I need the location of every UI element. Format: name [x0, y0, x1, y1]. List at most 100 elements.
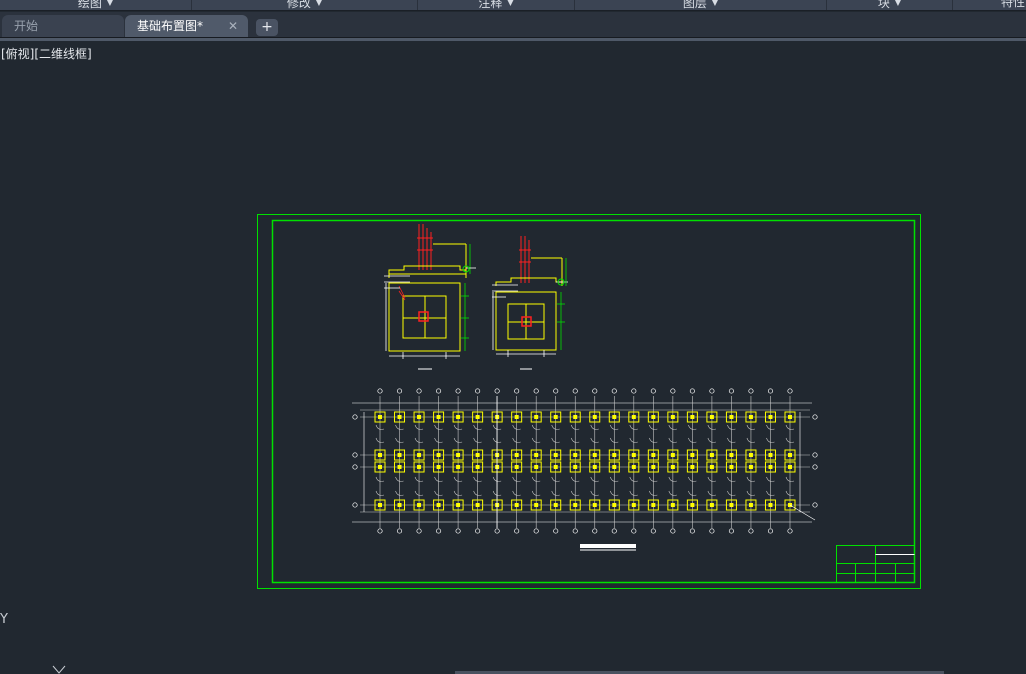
axis-bubble	[592, 528, 598, 534]
column-mark	[397, 503, 402, 507]
column-mark	[573, 465, 578, 469]
column-mark	[456, 465, 461, 469]
axis-bubble	[377, 528, 383, 534]
axis-bubble	[812, 414, 818, 420]
column-mark	[612, 465, 617, 469]
axis-bubble	[611, 528, 617, 534]
axis-bubble	[689, 388, 695, 394]
column-mark	[748, 415, 753, 419]
column-mark	[651, 415, 656, 419]
column-mark	[631, 415, 636, 419]
column-mark	[417, 465, 422, 469]
column-mark	[514, 415, 519, 419]
axis-bubble	[436, 388, 442, 394]
column-mark	[378, 453, 382, 457]
column-mark	[788, 465, 792, 469]
axis-bubble	[670, 528, 676, 534]
column-mark	[534, 503, 539, 507]
axis-bubble	[514, 528, 520, 534]
column-mark	[592, 415, 597, 419]
column-mark	[690, 503, 695, 507]
column-mark	[397, 465, 402, 469]
axis-bubble	[533, 388, 539, 394]
axis-bubble	[396, 388, 403, 394]
footing-plan	[388, 282, 461, 352]
axis-bubble	[352, 414, 358, 420]
column-mark	[534, 453, 539, 457]
column-mark	[475, 465, 480, 469]
axis-bubble	[455, 388, 461, 394]
axis-bubble	[416, 528, 422, 534]
column-mark	[553, 503, 558, 507]
drawing-frame	[271, 219, 916, 584]
column-mark	[436, 503, 441, 507]
axis-bubble	[728, 528, 734, 534]
title-block	[836, 545, 915, 583]
column-section	[519, 236, 531, 283]
axis-bubble	[787, 528, 793, 534]
axis-bubble	[709, 388, 715, 394]
axis-bubble	[748, 388, 754, 394]
axis-bubble	[352, 452, 358, 458]
column-mark	[573, 503, 578, 507]
column-mark	[631, 503, 636, 507]
axis-bubble	[650, 388, 656, 394]
column-mark	[378, 465, 382, 469]
axis-bubble	[767, 528, 774, 534]
column-plan	[418, 311, 429, 322]
column-mark	[378, 415, 382, 419]
axis-bubble	[728, 388, 734, 394]
column-mark	[612, 453, 617, 457]
axis-bubble	[514, 388, 520, 394]
column-mark	[417, 503, 422, 507]
ucs-icon	[52, 665, 66, 674]
axis-bubble	[611, 388, 617, 394]
plan-title	[580, 544, 636, 551]
column-mark	[729, 465, 734, 469]
axis-bubble	[416, 388, 422, 394]
axis-bubble	[553, 388, 559, 394]
column-mark	[553, 465, 558, 469]
column-mark	[534, 465, 539, 469]
column-mark	[534, 415, 539, 419]
axis-bubble	[396, 528, 403, 534]
column-mark	[612, 415, 617, 419]
column-mark	[670, 415, 675, 419]
column-mark	[397, 453, 402, 457]
column-mark	[748, 503, 753, 507]
column-mark	[670, 465, 675, 469]
column-mark	[514, 465, 519, 469]
drawing-canvas[interactable]	[0, 0, 1026, 674]
column-mark	[748, 465, 753, 469]
dimensions	[492, 281, 568, 357]
axis-bubble	[572, 528, 578, 534]
column-mark	[651, 465, 656, 469]
column-mark	[729, 453, 734, 457]
column-mark	[456, 453, 461, 457]
column-mark	[651, 453, 656, 457]
column-mark	[397, 415, 402, 419]
column-mark	[709, 503, 714, 507]
column-mark	[573, 453, 578, 457]
axis-bubble	[670, 388, 676, 394]
axis-bubble	[748, 528, 754, 534]
column-mark	[514, 453, 519, 457]
column-mark	[768, 453, 773, 457]
column-mark	[709, 415, 714, 419]
column-mark	[475, 415, 480, 419]
axis-bubble	[533, 528, 539, 534]
column-mark	[709, 465, 714, 469]
column-mark	[573, 415, 578, 419]
footing-detail-1	[384, 224, 476, 370]
column-mark	[631, 453, 636, 457]
axis-bubble	[812, 502, 818, 508]
column-mark	[553, 453, 558, 457]
column-mark	[788, 453, 792, 457]
leader-lines	[384, 267, 476, 289]
column-mark	[456, 415, 461, 419]
column-mark	[709, 453, 714, 457]
column-mark	[768, 465, 773, 469]
column-mark	[475, 453, 480, 457]
footing-detail-2	[492, 236, 568, 370]
axis-bubble	[553, 528, 559, 534]
